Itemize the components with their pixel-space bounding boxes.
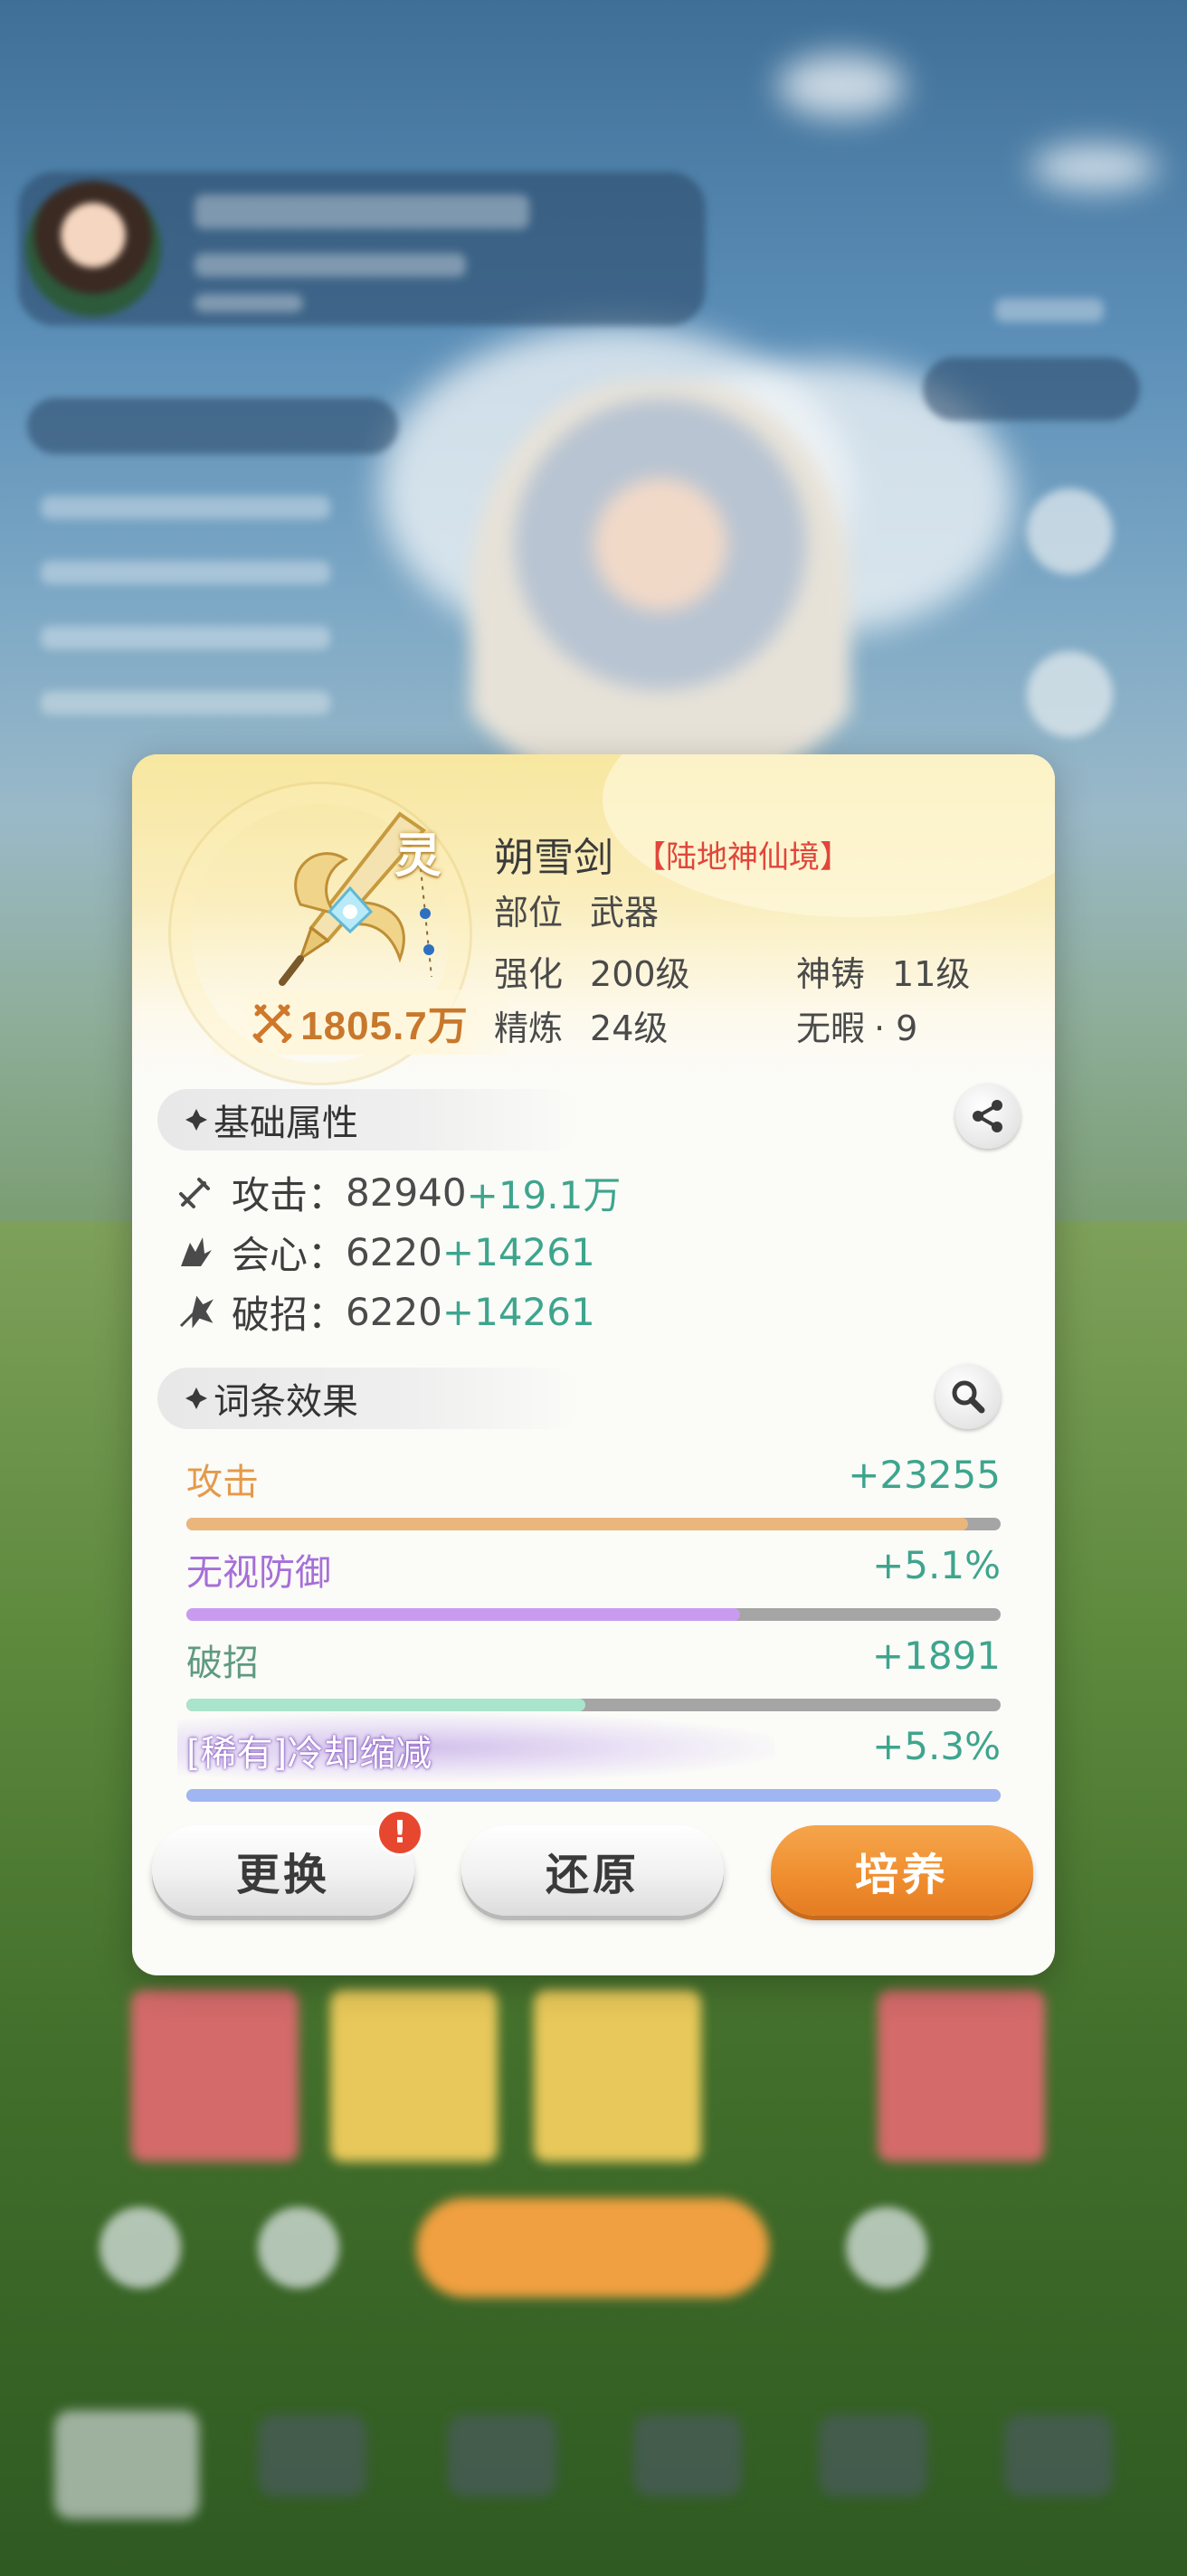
nav-tab xyxy=(819,2415,927,2496)
affix-search-button[interactable] xyxy=(935,1364,1001,1429)
flawless-row: 无暇 · 9 xyxy=(796,1000,917,1050)
stat-base-value: 82940 xyxy=(346,1170,467,1215)
item-name: 朔雪剑 xyxy=(494,835,613,881)
realm-tag: 【陆地神仙境】 xyxy=(635,839,850,876)
affix-name: 无视防御 xyxy=(186,1552,331,1594)
affix-value: +5.3% xyxy=(872,1724,1001,1768)
crit-icon xyxy=(181,1237,212,1266)
stat-row-break: 破招： 6220 +14261 xyxy=(177,1286,595,1337)
profile-line xyxy=(195,253,466,277)
diamond-bullet-icon xyxy=(185,1109,207,1131)
enhance-row: 强化 200级 xyxy=(494,946,690,996)
stat-row-attack: 攻击： 82940 +19.1万 xyxy=(177,1167,621,1217)
affix-bar-fill xyxy=(186,1789,1001,1802)
attribute-line xyxy=(41,691,330,715)
affix-value: +1891 xyxy=(871,1634,1001,1678)
share-button[interactable] xyxy=(955,1084,1021,1149)
nav-tab xyxy=(633,2415,742,2496)
spirit-grade-badge: 灵 xyxy=(394,829,442,884)
enhance-value: 200级 xyxy=(590,954,690,994)
flawless-value: · 9 xyxy=(874,1009,918,1048)
profile-line xyxy=(195,294,303,312)
cultivate-button[interactable]: 培养 xyxy=(771,1825,1033,1916)
stat-label: 攻击： xyxy=(232,1172,347,1217)
forge-row: 神铸 11级 xyxy=(796,946,970,996)
magnifier-icon xyxy=(952,1380,985,1414)
base-attributes-title: 基础属性 xyxy=(214,1103,358,1144)
refine-row: 精炼 24级 xyxy=(494,1000,668,1050)
enhance-label: 强化 xyxy=(494,954,564,994)
stat-bonus-value: +19.1万 xyxy=(466,1172,622,1217)
refine-value: 24级 xyxy=(590,1009,669,1048)
slot-label: 部位 xyxy=(494,893,564,933)
affix-bar xyxy=(186,1518,1001,1530)
attribute-line xyxy=(41,561,330,584)
stat-bonus-value: +14261 xyxy=(442,1229,595,1274)
base-attributes-header: 基础属性 xyxy=(157,1089,583,1151)
stat-label: 破招： xyxy=(232,1292,347,1337)
side-button xyxy=(1027,651,1113,737)
break-icon xyxy=(179,1295,214,1329)
attribute-line xyxy=(41,626,330,649)
forge-label: 神铸 xyxy=(796,954,866,994)
power-score: 1805.7万 xyxy=(212,990,508,1055)
attribute-line xyxy=(41,496,330,519)
affix-bar xyxy=(186,1608,1001,1621)
stat-bonus-value: +14261 xyxy=(442,1289,595,1334)
affix-name: 攻击 xyxy=(186,1462,259,1503)
affix-bar-fill xyxy=(186,1518,968,1530)
affix-effects-header: 词条效果 xyxy=(157,1368,583,1429)
stat-base-value: 6220 xyxy=(346,1289,442,1334)
affix-name: [稀有]冷却缩减 xyxy=(186,1733,432,1775)
affix-bar-fill xyxy=(186,1608,740,1621)
avatar xyxy=(25,181,161,317)
nav-tab xyxy=(448,2415,556,2496)
slot-row: 部位 武器 xyxy=(494,885,659,934)
item-card xyxy=(534,1990,701,2162)
diamond-bullet-icon xyxy=(185,1387,207,1409)
restore-button[interactable]: 还原 xyxy=(461,1825,724,1916)
nav-tab xyxy=(1004,2415,1113,2496)
affix-value: +23255 xyxy=(848,1453,1001,1497)
item-card xyxy=(878,1990,1045,2162)
equipment-detail-dialog: 灵 1805.7万 朔雪剑 【陆地神仙境】 部位 武器 强化 200级 神铸 11级 … xyxy=(132,754,1055,1975)
bottom-circle xyxy=(258,2207,339,2288)
cloud xyxy=(778,54,905,118)
item-card xyxy=(131,1990,299,2162)
side-button xyxy=(1027,488,1113,574)
currency-panel xyxy=(923,357,1140,421)
nav-tab xyxy=(258,2415,366,2496)
profile-line xyxy=(195,194,529,229)
flawless-label: 无暇 xyxy=(796,1009,866,1048)
share-icon xyxy=(973,1100,1002,1132)
power-value: 1805.7万 xyxy=(300,1004,469,1048)
attribute-panel xyxy=(27,398,398,454)
affix-name: 破招 xyxy=(186,1643,259,1684)
crossed-swords-icon xyxy=(252,1004,292,1043)
affix-value: +5.1% xyxy=(872,1543,1001,1587)
item-card xyxy=(330,1990,498,2162)
affix-bar xyxy=(186,1789,1001,1802)
nav-tab xyxy=(54,2410,199,2519)
affix-bar xyxy=(186,1699,1001,1711)
slot-value: 武器 xyxy=(590,893,660,933)
replace-alert-badge: ! xyxy=(376,1809,423,1856)
bottom-circle xyxy=(846,2207,927,2288)
blurred-equip-button xyxy=(416,2198,769,2297)
attack-icon xyxy=(179,1178,210,1208)
affix-effects-title: 词条效果 xyxy=(214,1381,358,1423)
stat-label: 会心： xyxy=(232,1232,347,1277)
cloud xyxy=(1031,145,1158,190)
currency-line xyxy=(995,298,1104,322)
stat-row-crit: 会心： 6220 +14261 xyxy=(177,1226,595,1277)
forge-value: 11级 xyxy=(892,954,971,994)
affix-bar-fill xyxy=(186,1699,585,1711)
stat-base-value: 6220 xyxy=(346,1229,442,1274)
refine-label: 精炼 xyxy=(494,1009,564,1048)
bottom-circle xyxy=(100,2207,181,2288)
replace-button[interactable]: 更换 xyxy=(152,1825,414,1916)
